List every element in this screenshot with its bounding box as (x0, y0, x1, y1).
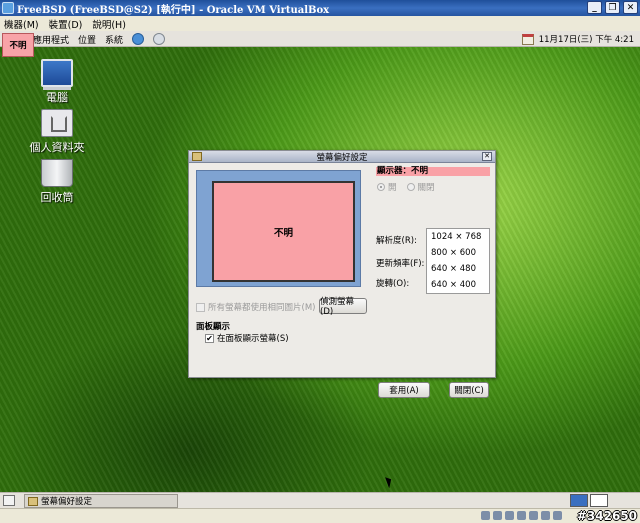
cd-icon[interactable] (493, 511, 502, 520)
workspace-switcher (570, 494, 608, 507)
host-key-icon[interactable] (553, 511, 562, 520)
close-button[interactable]: ✕ (623, 1, 638, 14)
resolution-dropdown-list[interactable]: 1024 × 768 800 × 600 640 × 480 640 × 400 (426, 228, 490, 294)
monitor-preview[interactable]: 不明 (196, 170, 361, 287)
mirror-screens-label: 所有螢幕都使用相同圖片(M) (208, 303, 316, 313)
menu-system[interactable]: 系統 (105, 33, 123, 46)
panel-clock[interactable]: 11月17日(三) 下午 4:21 (539, 33, 634, 45)
hdd-icon[interactable] (481, 511, 490, 520)
vbox-menu-bar: 機器(M) 裝置(D) 說明(H) (0, 16, 640, 31)
desktop-icon-computer[interactable]: 電腦 (17, 59, 97, 105)
rotation-label: 旋轉(O): (376, 279, 410, 289)
resolution-label: 解析度(R): (376, 236, 417, 246)
menu-help[interactable]: 說明(H) (92, 17, 126, 31)
status-indicators (481, 511, 562, 520)
calendar-icon (521, 33, 534, 45)
show-desktop-icon[interactable] (3, 495, 15, 506)
vbox-title-bar: FreeBSD (FreeBSD@S2) [執行中] - Oracle VM V… (0, 0, 640, 16)
dialog-close-icon[interactable]: ✕ (482, 152, 492, 161)
desktop-icon-home[interactable]: 個人資料夾 (17, 109, 97, 155)
network-icon[interactable] (517, 511, 526, 520)
mouse-cursor-icon (385, 475, 394, 489)
dialog-title-bar[interactable]: 螢幕偏好設定 ✕ (189, 151, 495, 163)
apply-button[interactable]: 套用(A) (378, 382, 430, 398)
display-preferences-dialog: 螢幕偏好設定 ✕ 不明 所有螢幕都使用相同圖片(M) 偵測螢幕(D) 面板顯示 … (188, 150, 496, 398)
monitor-off-label: 關閉 (417, 183, 435, 193)
mirror-screens-row: 所有螢幕都使用相同圖片(M) (196, 301, 315, 313)
restore-button[interactable]: ❐ (605, 1, 620, 14)
top-panel: 應用程式 位置 系統 11月17日(三) 下午 4:21 (0, 31, 640, 47)
taskbar-item-label: 螢幕偏好設定 (41, 497, 93, 507)
menu-devices[interactable]: 裝置(D) (49, 17, 83, 31)
panel-display-heading: 面板顯示 (196, 322, 231, 332)
vbox-status-bar: #342650 (0, 508, 640, 523)
menu-machine[interactable]: 機器(M) (4, 17, 39, 31)
monitor-on-label: 開 (388, 183, 397, 193)
menu-places[interactable]: 位置 (78, 33, 96, 46)
guest-desktop: 應用程式 位置 系統 11月17日(三) 下午 4:21 不明 電腦 個人資料夾… (0, 31, 640, 492)
computer-icon (41, 59, 73, 87)
web-browser-icon[interactable] (132, 33, 145, 45)
close-dialog-button[interactable]: 關閉(C) (449, 382, 489, 398)
panel-clock-area: 11月17日(三) 下午 4:21 (521, 31, 634, 47)
shared-folder-icon[interactable] (529, 511, 538, 520)
mail-icon[interactable] (153, 33, 166, 45)
mouse-integration-icon[interactable] (541, 511, 550, 520)
desktop-icon-trash[interactable]: 回收筒 (17, 159, 97, 205)
monitor-power-row: 開 關閉 (377, 181, 435, 193)
monitor-name-label: 顯示器：不明 (376, 167, 490, 176)
usb-icon[interactable] (505, 511, 514, 520)
unknown-monitor-badge: 不明 (2, 33, 34, 57)
show-in-panel-label: 在面板顯示螢幕(S) (217, 334, 289, 344)
watermark-id: #342650 (576, 509, 637, 523)
monitor-preview-screen[interactable]: 不明 (212, 181, 355, 282)
resolution-option[interactable]: 1024 × 768 (427, 229, 489, 245)
dialog-title: 螢幕偏好設定 (316, 152, 368, 163)
taskbar-item-display-preferences[interactable]: 螢幕偏好設定 (24, 494, 178, 508)
dialog-app-icon (192, 152, 202, 161)
virtualbox-icon (2, 2, 14, 14)
minimize-button[interactable]: _ (587, 1, 602, 14)
resolution-option[interactable]: 640 × 480 (427, 261, 489, 277)
menu-applications[interactable]: 應用程式 (33, 33, 69, 46)
panel-display-row: ✔ 在面板顯示螢幕(S) (205, 332, 289, 344)
desktop-icon-label: 個人資料夾 (29, 141, 85, 154)
panel-menus: 應用程式 位置 系統 (33, 31, 166, 47)
resolution-option[interactable]: 640 × 400 (427, 277, 489, 293)
home-folder-icon (41, 109, 73, 137)
monitor-off-radio[interactable] (406, 183, 415, 191)
workspace-2[interactable] (590, 494, 608, 507)
display-preferences-icon (28, 496, 38, 506)
mirror-screens-checkbox[interactable] (196, 302, 205, 312)
window-controls: _ ❐ ✕ (587, 1, 638, 14)
detect-monitors-button[interactable]: 偵測螢幕(D) (319, 297, 367, 317)
monitor-on-radio[interactable] (377, 183, 385, 191)
desktop-icon-label: 電腦 (46, 91, 68, 104)
bottom-panel: 螢幕偏好設定 (0, 492, 640, 508)
desktop-icon-label: 回收筒 (40, 191, 74, 204)
workspace-1[interactable] (570, 494, 588, 507)
show-in-panel-checkbox[interactable]: ✔ (205, 333, 214, 343)
trash-icon (41, 159, 73, 187)
monitor-preview-label: 不明 (273, 227, 293, 239)
resolution-option[interactable]: 800 × 600 (427, 245, 489, 261)
window-title: FreeBSD (FreeBSD@S2) [執行中] - Oracle VM V… (17, 4, 330, 16)
refresh-rate-label: 更新頻率(F): (376, 259, 425, 269)
